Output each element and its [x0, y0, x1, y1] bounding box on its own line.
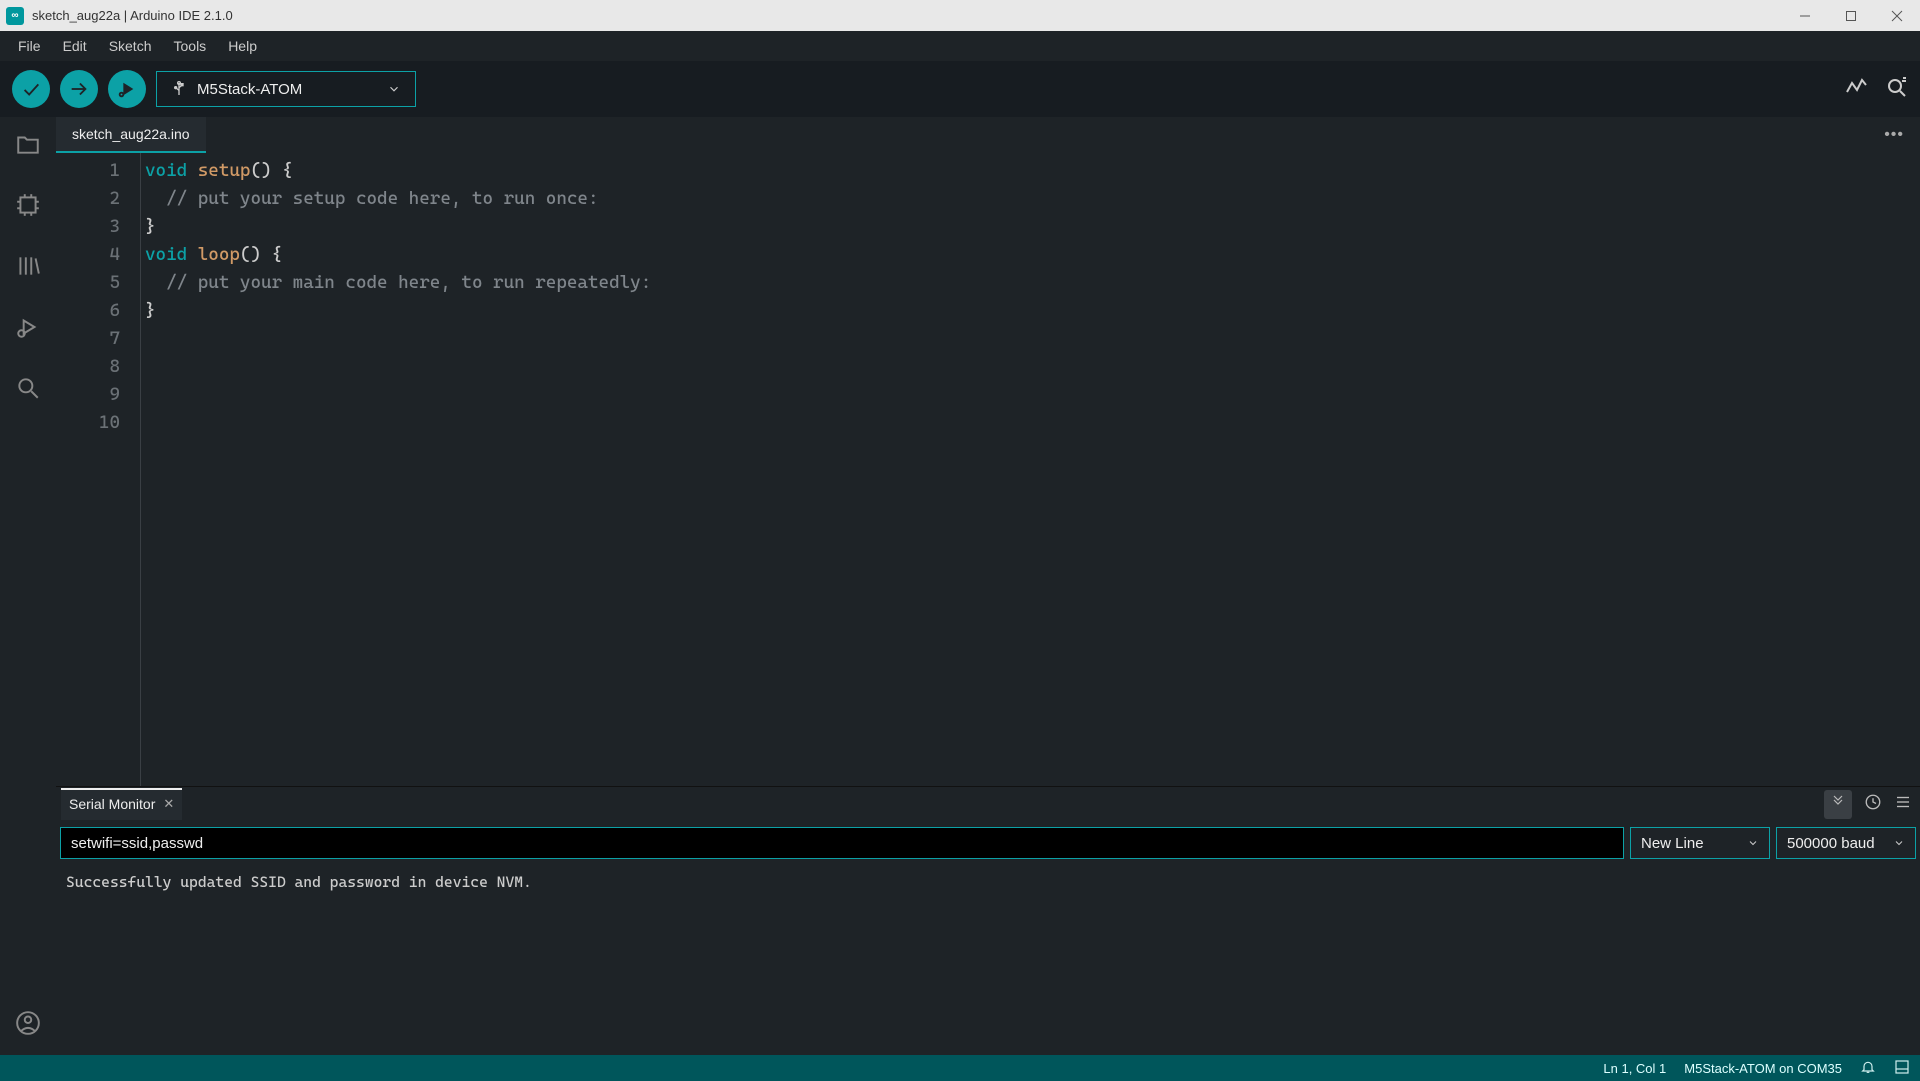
- file-tab-label: sketch_aug22a.ino: [72, 126, 190, 142]
- menubar: File Edit Sketch Tools Help: [0, 31, 1920, 61]
- activity-bar: [0, 117, 56, 1055]
- upload-button[interactable]: [60, 70, 98, 108]
- statusbar: Ln 1, Col 1 M5Stack-ATOM on COM35: [0, 1055, 1920, 1081]
- usb-icon: [171, 81, 187, 97]
- debug-panel-button[interactable]: [15, 314, 41, 345]
- menu-help[interactable]: Help: [218, 34, 267, 58]
- file-tab[interactable]: sketch_aug22a.ino: [56, 117, 206, 153]
- line-gutter: 12345678910: [56, 153, 140, 786]
- account-button[interactable]: [15, 1010, 41, 1041]
- toggle-panel-button[interactable]: [1894, 1059, 1910, 1078]
- panel-tabbar: Serial Monitor ✕: [56, 787, 1920, 821]
- serial-monitor-tab-label: Serial Monitor: [69, 796, 155, 812]
- editor-tabbar: sketch_aug22a.ino •••: [56, 117, 1920, 153]
- chevron-down-icon: [387, 82, 401, 96]
- menu-sketch[interactable]: Sketch: [99, 34, 162, 58]
- minimize-button[interactable]: [1782, 0, 1828, 31]
- close-button[interactable]: [1874, 0, 1920, 31]
- status-board[interactable]: M5Stack-ATOM on COM35: [1684, 1061, 1842, 1076]
- serial-monitor-button[interactable]: [1884, 75, 1908, 104]
- boards-manager-button[interactable]: [15, 192, 41, 223]
- panel-menu-button[interactable]: [1894, 793, 1912, 816]
- serial-input[interactable]: [60, 827, 1624, 859]
- titlebar: ∞ sketch_aug22a | Arduino IDE 2.1.0: [0, 0, 1920, 31]
- arduino-app-icon: ∞: [6, 7, 24, 25]
- tab-overflow-button[interactable]: •••: [1868, 126, 1920, 144]
- menu-edit[interactable]: Edit: [53, 34, 97, 58]
- baud-rate-select[interactable]: 500000 baud: [1776, 827, 1916, 859]
- sketchbook-button[interactable]: [15, 131, 41, 162]
- toolbar: M5Stack-ATOM: [0, 61, 1920, 117]
- autoscroll-button[interactable]: [1824, 790, 1852, 819]
- board-name: M5Stack-ATOM: [197, 81, 302, 98]
- verify-button[interactable]: [12, 70, 50, 108]
- line-ending-select[interactable]: New Line: [1630, 827, 1770, 859]
- bottom-panel: Serial Monitor ✕ New Line 500000 baud: [56, 786, 1920, 1055]
- serial-monitor-tab[interactable]: Serial Monitor ✕: [61, 788, 182, 820]
- serial-plotter-button[interactable]: [1844, 75, 1868, 104]
- menu-file[interactable]: File: [8, 34, 51, 58]
- board-selector[interactable]: M5Stack-ATOM: [156, 71, 416, 107]
- maximize-button[interactable]: [1828, 0, 1874, 31]
- close-icon[interactable]: ✕: [163, 796, 174, 812]
- menu-tools[interactable]: Tools: [164, 34, 217, 58]
- timestamp-button[interactable]: [1864, 793, 1882, 816]
- chevron-down-icon: [1893, 837, 1905, 849]
- baud-rate-label: 500000 baud: [1787, 835, 1875, 852]
- code-area[interactable]: void setup() { // put your setup code he…: [140, 153, 1920, 786]
- search-button[interactable]: [15, 375, 41, 406]
- debug-button[interactable]: [108, 70, 146, 108]
- library-manager-button[interactable]: [15, 253, 41, 284]
- window-title: sketch_aug22a | Arduino IDE 2.1.0: [32, 8, 1782, 23]
- cursor-position[interactable]: Ln 1, Col 1: [1603, 1061, 1666, 1076]
- notifications-button[interactable]: [1860, 1059, 1876, 1078]
- serial-output[interactable]: Successfully updated SSID and password i…: [56, 865, 1920, 1055]
- window-controls: [1782, 0, 1920, 31]
- line-ending-label: New Line: [1641, 835, 1704, 852]
- code-editor[interactable]: 12345678910 void setup() { // put your s…: [56, 153, 1920, 786]
- chevron-down-icon: [1747, 837, 1759, 849]
